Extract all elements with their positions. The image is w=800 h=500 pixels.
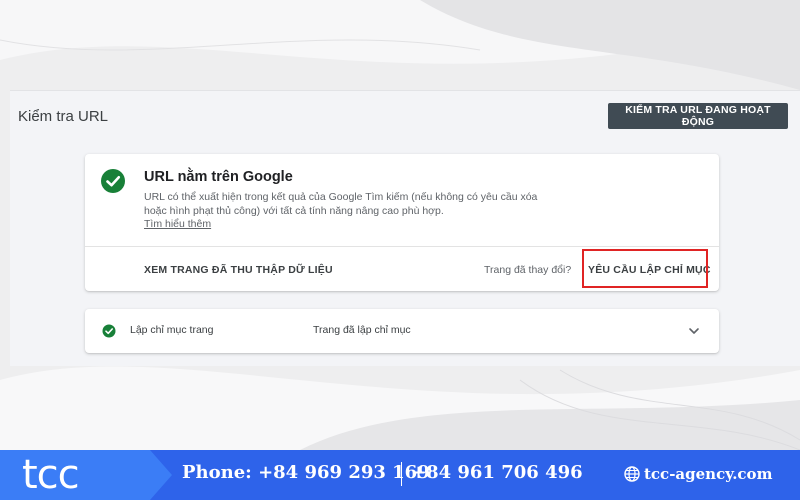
- phone-number-1: Phone: +84 969 293 169: [182, 462, 430, 483]
- phone-separator: [401, 462, 402, 486]
- contact-footer: tcc Phone: +84 969 293 169 +84 961 706 4…: [0, 450, 800, 500]
- phone-number-2: +84 961 706 496: [411, 462, 583, 483]
- learn-more-link[interactable]: Tìm hiểu thêm: [144, 218, 211, 230]
- logo-tile-arrow: [150, 450, 172, 500]
- globe-icon: [624, 466, 640, 482]
- indexing-value: Trang đã lập chỉ mục: [313, 324, 411, 336]
- view-crawled-page-button[interactable]: XEM TRANG ĐÃ THU THẬP DỮ LIỆU: [144, 264, 333, 276]
- status-heading: URL nằm trên Google: [144, 169, 293, 185]
- check-circle-icon: [101, 169, 125, 193]
- indexing-label: Lập chỉ mục trang: [130, 324, 214, 336]
- logo: tcc: [22, 452, 80, 498]
- url-status-card: URL nằm trên Google URL có thể xuất hiện…: [85, 154, 719, 291]
- url-inspection-panel: Kiểm tra URL KIỂM TRA URL ĐANG HOẠT ĐỘNG…: [10, 90, 800, 366]
- chevron-down-icon[interactable]: [688, 326, 700, 336]
- test-live-url-button[interactable]: KIỂM TRA URL ĐANG HOẠT ĐỘNG: [608, 103, 788, 129]
- status-description: URL có thể xuất hiện trong kết quả của G…: [144, 191, 538, 217]
- check-circle-icon: [102, 324, 116, 338]
- website-link[interactable]: tcc-agency.com: [644, 465, 772, 483]
- highlight-annotation: [582, 249, 708, 288]
- indexing-row[interactable]: Lập chỉ mục trang Trang đã lập chỉ mục: [85, 309, 719, 353]
- divider: [85, 246, 719, 247]
- page-changed-label: Trang đã thay đổi?: [484, 264, 572, 276]
- page-title: Kiểm tra URL: [18, 108, 109, 125]
